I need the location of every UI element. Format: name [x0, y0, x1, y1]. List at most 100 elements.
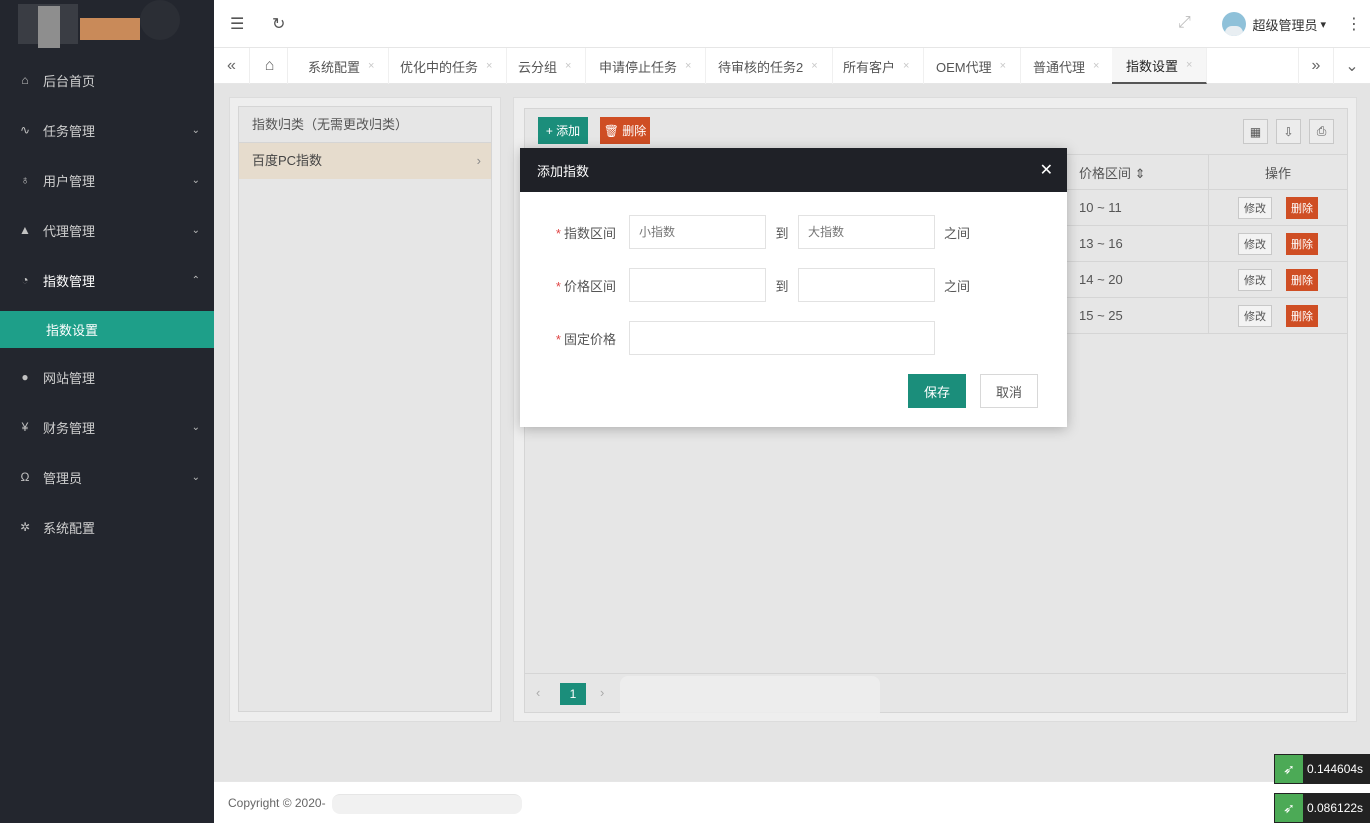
max-index-input[interactable]: [798, 215, 935, 249]
to-label: 到: [775, 278, 789, 294]
table-header: 价格区间 ⇕ 操作: [1065, 154, 1347, 190]
category-panel: 指数归类（无需更改归类） 百度PC指数 ›: [229, 97, 501, 722]
sidebar-item-home[interactable]: ⌂ 后台首页: [0, 55, 214, 105]
between-label: 之间: [944, 278, 971, 294]
tab-index-settings[interactable]: 指数设置 ×: [1112, 48, 1208, 84]
table-row: 10 ~ 11 修改 删除: [1065, 190, 1347, 226]
price-range-row: * 价格区间 到 之间: [520, 267, 970, 303]
close-icon[interactable]: ×: [565, 60, 571, 72]
min-index-input[interactable]: [629, 215, 766, 249]
tab-cloud-group[interactable]: 云分组 ×: [504, 48, 587, 84]
gauge-icon: ◔: [21, 273, 29, 287]
tab-optimizing-tasks[interactable]: 优化中的任务 ×: [386, 48, 508, 84]
user-name: 超级管理员: [1252, 17, 1318, 33]
close-icon[interactable]: ✕: [1040, 160, 1053, 180]
user-menu[interactable]: 超级管理员 ▾: [1222, 12, 1326, 36]
sidebar-item-system[interactable]: ✲ 系统配置: [0, 502, 214, 552]
tab-label: 普通代理: [1033, 59, 1086, 75]
home-icon: ⌂: [21, 73, 29, 87]
category-item[interactable]: 百度PC指数 ›: [239, 143, 491, 179]
edit-button[interactable]: 修改: [1238, 268, 1272, 291]
tab-label: OEM代理: [936, 59, 992, 75]
table-row: 13 ~ 16 修改 删除: [1065, 226, 1347, 262]
price-range-cell: 13 ~ 16: [1079, 236, 1123, 251]
sidebar-item-label: 指数管理: [43, 273, 96, 289]
row-delete-button[interactable]: 删除: [1286, 304, 1318, 327]
fixed-price-row: * 固定价格: [520, 320, 935, 356]
timer-logo-icon: ➶: [1275, 755, 1303, 783]
close-icon[interactable]: ×: [903, 60, 909, 72]
required-mark: *: [555, 331, 561, 347]
index-range-row: *指数区间 到 之间: [520, 214, 970, 250]
edit-button[interactable]: 修改: [1238, 196, 1272, 219]
fullscreen-icon[interactable]: ⤢: [1178, 14, 1191, 32]
field-label: 指数区间: [563, 225, 616, 241]
chevron-down-icon: ⌄: [191, 224, 200, 236]
row-delete-button[interactable]: 删除: [1286, 196, 1318, 219]
min-price-input[interactable]: [629, 268, 766, 302]
edit-button[interactable]: 修改: [1238, 232, 1272, 255]
tabs-next-icon[interactable]: »: [1298, 48, 1334, 84]
close-icon[interactable]: ×: [811, 60, 817, 72]
export-icon[interactable]: ⇩: [1276, 119, 1301, 144]
chevron-down-icon: ⌄: [191, 421, 200, 433]
sidebar-item-tasks[interactable]: ∿ 任务管理 ⌄: [0, 105, 214, 155]
close-icon[interactable]: ×: [1000, 60, 1006, 72]
tab-label: 申请停止任务: [599, 59, 678, 75]
sidebar-item-index[interactable]: ◔ 指数管理 ⌃: [0, 255, 214, 305]
table-row: 14 ~ 20 修改 删除: [1065, 262, 1347, 298]
footer: Copyright © 2020-: [214, 781, 1370, 823]
col-price-range[interactable]: 价格区间 ⇕: [1065, 155, 1208, 189]
refresh-icon[interactable]: ↻: [272, 14, 285, 34]
sidebar-item-label: 系统配置: [43, 520, 96, 536]
tab-home-icon[interactable]: ⌂: [252, 48, 288, 84]
close-icon[interactable]: ×: [1093, 60, 1099, 72]
close-icon[interactable]: ×: [368, 60, 374, 72]
price-range-cell: 15 ~ 25: [1079, 308, 1123, 323]
tabs-more-icon[interactable]: ⌄: [1334, 48, 1370, 84]
cancel-button[interactable]: 取消: [980, 374, 1038, 408]
max-price-input[interactable]: [798, 268, 935, 302]
tab-normal-agents[interactable]: 普通代理 ×: [1019, 48, 1115, 84]
admin-icon: Ω: [20, 470, 30, 484]
next-page-icon[interactable]: ›: [600, 685, 604, 700]
close-icon[interactable]: ×: [1186, 59, 1192, 71]
sidebar-item-label: 管理员: [43, 470, 83, 486]
prev-page-icon[interactable]: ‹: [536, 685, 540, 700]
print-icon[interactable]: ⎙: [1309, 119, 1334, 144]
sidebar-item-users[interactable]: ♁ 用户管理 ⌄: [0, 155, 214, 205]
dialog-title-bar: 添加指数 ✕: [520, 148, 1067, 192]
sidebar-subitem-index-settings[interactable]: 指数设置: [0, 311, 214, 348]
person-icon: ▲: [19, 223, 31, 237]
tab-label: 云分组: [518, 59, 558, 75]
sidebar-item-websites[interactable]: ● 网站管理: [0, 352, 214, 402]
more-menu-icon[interactable]: ⋮: [1346, 14, 1362, 34]
page-number[interactable]: 1: [560, 683, 586, 705]
timer-badge: ➶ 0.144604s: [1274, 754, 1370, 784]
tabs-prev-icon[interactable]: «: [214, 48, 250, 84]
tab-pending-tasks[interactable]: 待审核的任务2 ×: [704, 48, 833, 84]
add-button[interactable]: + 添加: [538, 117, 588, 144]
sidebar-item-agents[interactable]: ▲ 代理管理 ⌄: [0, 205, 214, 255]
sidebar-item-finance[interactable]: ¥ 财务管理 ⌄: [0, 402, 214, 452]
timer-badge: ➶ 0.086122s: [1274, 793, 1370, 823]
columns-icon[interactable]: ▦: [1243, 119, 1268, 144]
edit-button[interactable]: 修改: [1238, 304, 1272, 327]
chevron-down-icon: ⌄: [191, 174, 200, 186]
save-button[interactable]: 保存: [908, 374, 966, 408]
close-icon[interactable]: ×: [486, 60, 492, 72]
delete-button[interactable]: 🗑 删除: [600, 117, 650, 144]
tab-oem-agents[interactable]: OEM代理 ×: [922, 48, 1022, 84]
fold-menu-icon[interactable]: ☰: [230, 14, 244, 34]
fixed-price-input[interactable]: [629, 321, 935, 355]
close-icon[interactable]: ×: [685, 60, 691, 72]
tab-stop-requests[interactable]: 申请停止任务 ×: [585, 48, 707, 84]
row-delete-button[interactable]: 删除: [1286, 232, 1318, 255]
sidebar-item-admins[interactable]: Ω 管理员 ⌄: [0, 452, 214, 502]
tab-all-customers[interactable]: 所有客户 ×: [829, 48, 925, 84]
top-header: ☰ ↻ ⤢ 超级管理员 ▾ ⋮: [214, 0, 1370, 48]
yen-icon: ¥: [21, 420, 29, 434]
row-delete-button[interactable]: 删除: [1286, 268, 1318, 291]
tab-system-config[interactable]: 系统配置 ×: [294, 48, 390, 84]
field-label: 价格区间: [563, 278, 616, 294]
